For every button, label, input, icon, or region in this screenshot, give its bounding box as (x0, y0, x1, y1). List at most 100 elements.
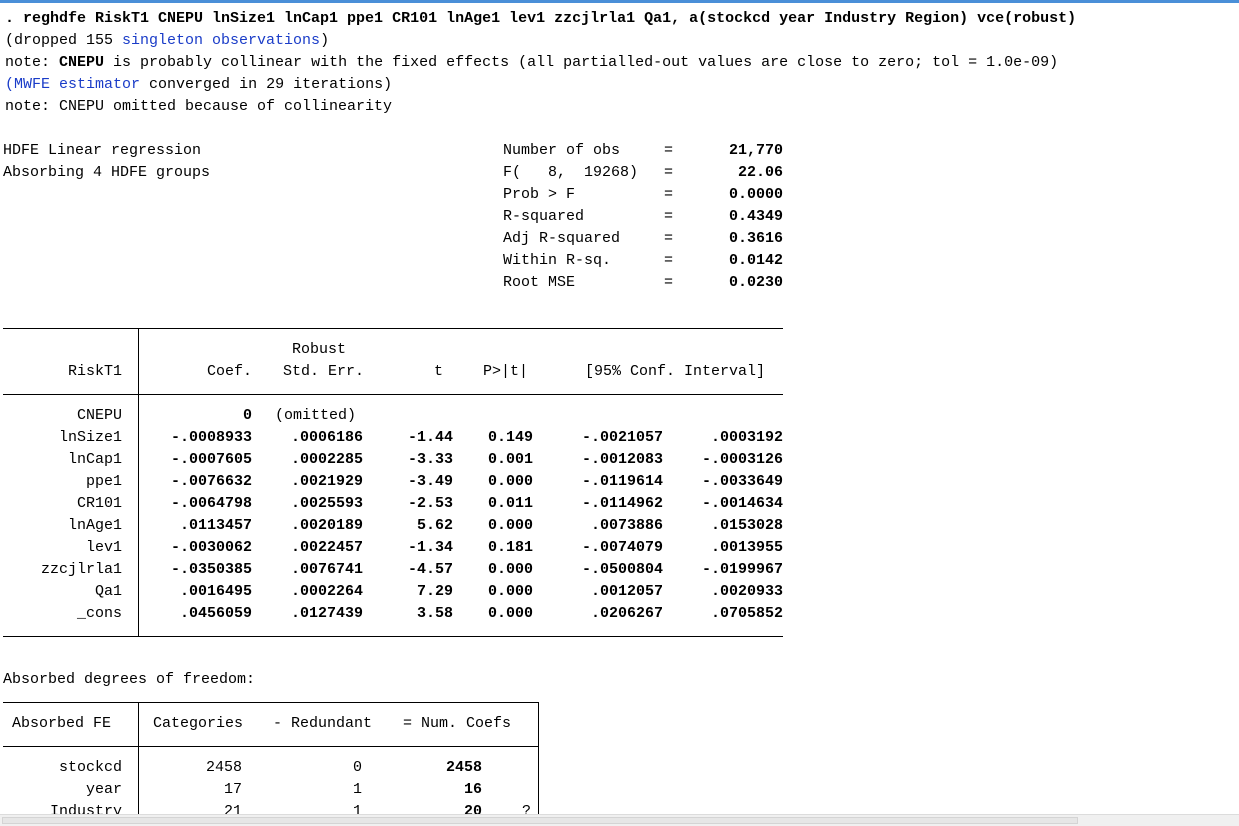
absorbed-redundant: 1 (352, 781, 362, 798)
row-p: 0.181 (487, 539, 533, 556)
mwfe-text: converged in 29 iterations) (140, 76, 393, 93)
row-ci-low: .0012057 (590, 583, 663, 600)
row-t: -3.49 (407, 473, 453, 490)
table-rule-bottom (3, 636, 783, 637)
row-ci-high: .0153028 (710, 517, 783, 534)
singleton-observations-link[interactable]: singleton observations (122, 32, 320, 49)
stat-value: 0.0142 (728, 252, 783, 269)
absorbed-rule-top (3, 702, 539, 703)
stat-equals: = (664, 252, 674, 269)
row-variable: lnSize1 (58, 429, 122, 446)
stat-equals: = (664, 208, 674, 225)
absorbed-divider (138, 702, 139, 814)
row-variable: lev1 (85, 539, 122, 556)
row-ci-low: -.0114962 (581, 495, 663, 512)
note-prefix: note: (5, 54, 60, 71)
row-p: 0.000 (487, 517, 533, 534)
dropped-message: (dropped 155 singleton observations) (5, 30, 329, 52)
num-coefs-header: = Num. Coefs (403, 715, 512, 732)
row-ci-high: .0003192 (710, 429, 783, 446)
row-coef: -.0064798 (170, 495, 252, 512)
stat-value: 0.0230 (728, 274, 783, 291)
command-line: . reghdfe RiskT1 CNEPU lnSize1 lnCap1 pp… (5, 10, 1077, 27)
stat-label: Within R-sq. (503, 252, 612, 269)
stat-label: F( 8, 19268) (503, 164, 639, 181)
row-p: 0.000 (487, 561, 533, 578)
stat-equals: = (664, 230, 674, 247)
row-ci-low: -.0074079 (581, 539, 663, 556)
row-ci-low: .0073886 (590, 517, 663, 534)
row-t: -1.34 (407, 539, 453, 556)
table-divider (138, 328, 139, 637)
absorbed-title: Absorbed degrees of freedom: (3, 671, 256, 688)
row-variable: _cons (76, 605, 122, 622)
row-variable: Qa1 (94, 583, 122, 600)
row-coef: -.0076632 (170, 473, 252, 490)
row-se: .0006186 (290, 429, 363, 446)
absorbed-categories: 17 (223, 781, 242, 798)
results-window[interactable]: . reghdfe RiskT1 CNEPU lnSize1 lnCap1 pp… (0, 0, 1239, 814)
row-coef: .0456059 (179, 605, 252, 622)
table-rule-top (3, 328, 783, 329)
row-coef: -.0030062 (170, 539, 252, 556)
row-ci-high: .0020933 (710, 583, 783, 600)
absorbed-fe-header: Absorbed FE (12, 715, 112, 732)
absorbed-right-border (538, 702, 539, 814)
redundant-header: - Redundant (273, 715, 373, 732)
mwfe-estimator-link[interactable]: MWFE estimator (14, 76, 140, 93)
row-t: 5.62 (416, 517, 453, 534)
row-se: .0020189 (290, 517, 363, 534)
stat-label: Number of obs (503, 142, 621, 159)
row-p: 0.000 (487, 473, 533, 490)
row-t: 3.58 (416, 605, 453, 622)
depvar-header: RiskT1 (67, 363, 122, 380)
table-rule-header (3, 394, 783, 395)
row-coef: .0113457 (179, 517, 252, 534)
absorbed-num-coefs: 2458 (445, 759, 482, 776)
row-variable: zzcjlrla1 (40, 561, 122, 578)
scrollbar-thumb[interactable] (2, 817, 1078, 824)
row-ci-high: -.0199967 (701, 561, 783, 578)
row-coef: -.0008933 (170, 429, 252, 446)
row-se: .0025593 (290, 495, 363, 512)
absorbed-categories: 21 (223, 803, 242, 814)
omitted-note: note: CNEPU omitted because of collinear… (5, 98, 393, 115)
row-ci-high: -.0014634 (701, 495, 783, 512)
row-variable: lnAge1 (67, 517, 122, 534)
stat-label: Adj R-squared (503, 230, 621, 247)
row-p: 0.000 (487, 583, 533, 600)
p-header: P>|t| (483, 363, 529, 380)
row-se: .0002264 (290, 583, 363, 600)
absorbed-fe-name: year (85, 781, 122, 798)
stat-value: 0.4349 (728, 208, 783, 225)
row-se: .0002285 (290, 451, 363, 468)
horizontal-scrollbar[interactable] (0, 814, 1239, 826)
row-t: -3.33 (407, 451, 453, 468)
mwfe-message: (MWFE estimator converged in 29 iteratio… (5, 74, 392, 96)
ci-header: [95% Conf. Interval] (585, 363, 766, 380)
dropped-prefix: (dropped 155 (5, 32, 123, 49)
row-ci-high: .0013955 (710, 539, 783, 556)
row-se: .0021929 (290, 473, 363, 490)
row-ci-high: .0705852 (710, 605, 783, 622)
row-p: 0.011 (487, 495, 533, 512)
stat-equals: = (664, 142, 674, 159)
absorbed-rule-header (3, 746, 539, 747)
row-se: .0127439 (290, 605, 363, 622)
row-coef: -.0007605 (170, 451, 252, 468)
row-variable: ppe1 (85, 473, 122, 490)
mwfe-open: ( (5, 76, 15, 93)
omitted-label: (omitted) (275, 407, 357, 424)
absorbed-flag: ? (522, 803, 532, 814)
absorbed-redundant: 0 (352, 759, 362, 776)
stat-equals: = (664, 164, 674, 181)
stat-value: 0.0000 (728, 186, 783, 203)
row-se: .0076741 (290, 561, 363, 578)
row-ci-low: -.0500804 (581, 561, 663, 578)
stat-value: 21,770 (728, 142, 783, 159)
row-coef: -.0350385 (170, 561, 252, 578)
row-ci-low: -.0021057 (581, 429, 663, 446)
row-variable: CR101 (76, 495, 122, 512)
row-coef: .0016495 (179, 583, 252, 600)
row-t: -1.44 (407, 429, 453, 446)
